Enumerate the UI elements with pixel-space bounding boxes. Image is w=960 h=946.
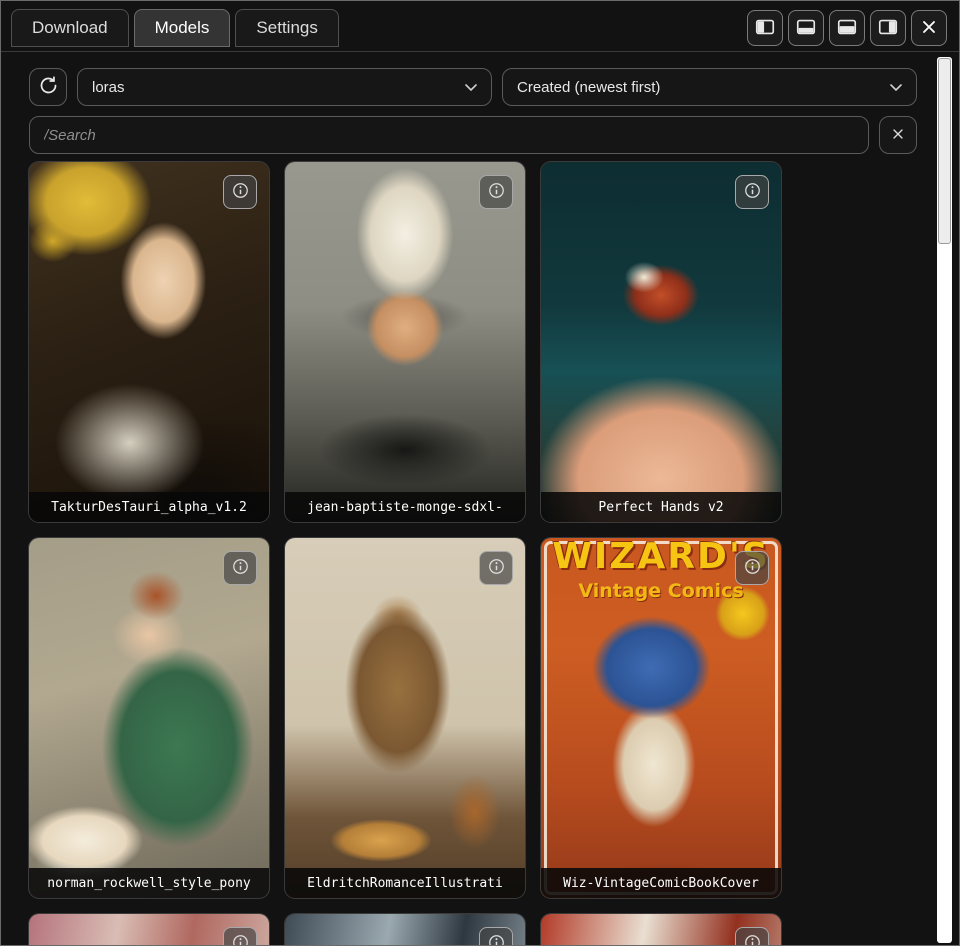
model-info-button[interactable] (479, 175, 513, 209)
model-card-image (285, 538, 525, 898)
search-input[interactable] (29, 116, 869, 154)
model-info-button[interactable] (223, 175, 257, 209)
top-bar: Download Models Settings (1, 1, 959, 52)
chevron-down-icon (465, 79, 477, 96)
dock-right-button[interactable] (870, 10, 906, 46)
dock-right-icon (877, 16, 899, 41)
scrollbar-track[interactable] (937, 57, 952, 943)
model-card[interactable]: jean-baptiste-monge-sdxl- (285, 162, 525, 522)
sort-value: Created (newest first) (517, 79, 660, 96)
scrollbar-thumb[interactable] (938, 58, 951, 244)
close-button[interactable] (911, 10, 947, 46)
model-card-label: Wiz-VintageComicBookCover (541, 868, 781, 898)
window-controls (747, 10, 949, 46)
model-card[interactable] (29, 914, 269, 945)
sort-select[interactable]: Created (newest first) (502, 68, 917, 106)
dock-bottom-icon (795, 16, 817, 41)
search-row (29, 116, 917, 154)
model-card-image: WIZARD'SVintage Comics (541, 538, 781, 898)
model-browser-window: Download Models Settings (0, 0, 960, 946)
model-card[interactable] (541, 914, 781, 945)
dock-left-button[interactable] (747, 10, 783, 46)
model-info-button[interactable] (223, 551, 257, 585)
dock-bottom-button[interactable] (788, 10, 824, 46)
close-icon (919, 17, 939, 40)
tab-models[interactable]: Models (134, 9, 231, 47)
info-icon (487, 933, 506, 945)
info-icon (487, 181, 506, 203)
info-icon (487, 557, 506, 579)
tab-settings[interactable]: Settings (235, 9, 338, 47)
info-icon (743, 933, 762, 945)
model-card[interactable]: EldritchRomanceIllustrati (285, 538, 525, 898)
model-card-image (541, 162, 781, 522)
model-card-label: TakturDesTauri_alpha_v1.2 (29, 492, 269, 522)
model-info-button[interactable] (223, 927, 257, 945)
tab-download[interactable]: Download (11, 9, 129, 47)
refresh-button[interactable] (29, 68, 67, 106)
card-grid: TakturDesTauri_alpha_v1.2 jean-baptiste-… (29, 162, 781, 945)
model-card-label: EldritchRomanceIllustrati (285, 868, 525, 898)
model-card-image (29, 162, 269, 522)
model-info-button[interactable] (735, 175, 769, 209)
tab-bar: Download Models Settings (11, 9, 339, 47)
info-icon (231, 933, 250, 945)
info-icon (743, 557, 762, 579)
clear-icon (890, 126, 906, 145)
refresh-icon (38, 75, 59, 99)
model-card[interactable]: norman_rockwell_style_pony (29, 538, 269, 898)
model-card[interactable]: WIZARD'SVintage Comics Wiz-VintageComicB… (541, 538, 781, 898)
info-icon (231, 181, 250, 203)
model-info-button[interactable] (479, 927, 513, 945)
models-toolbar: loras Created (newest first) (29, 68, 917, 106)
dock-bottom-full-button[interactable] (829, 10, 865, 46)
model-card-image (285, 162, 525, 522)
model-card-label: jean-baptiste-monge-sdxl- (285, 492, 525, 522)
model-card[interactable]: TakturDesTauri_alpha_v1.2 (29, 162, 269, 522)
chevron-down-icon (890, 79, 902, 96)
dock-left-icon (754, 16, 776, 41)
model-card[interactable] (285, 914, 525, 945)
info-icon (743, 181, 762, 203)
dock-bottom-full-icon (836, 16, 858, 41)
models-panel: loras Created (newest first) (1, 52, 959, 945)
model-card-image (29, 538, 269, 898)
model-info-button[interactable] (479, 551, 513, 585)
model-card[interactable]: Perfect Hands v2 (541, 162, 781, 522)
model-type-select[interactable]: loras (77, 68, 492, 106)
model-info-button[interactable] (735, 551, 769, 585)
model-card-label: Perfect Hands v2 (541, 492, 781, 522)
model-type-value: loras (92, 79, 125, 96)
info-icon (231, 557, 250, 579)
clear-search-button[interactable] (879, 116, 917, 154)
model-card-label: norman_rockwell_style_pony (29, 868, 269, 898)
model-info-button[interactable] (735, 927, 769, 945)
